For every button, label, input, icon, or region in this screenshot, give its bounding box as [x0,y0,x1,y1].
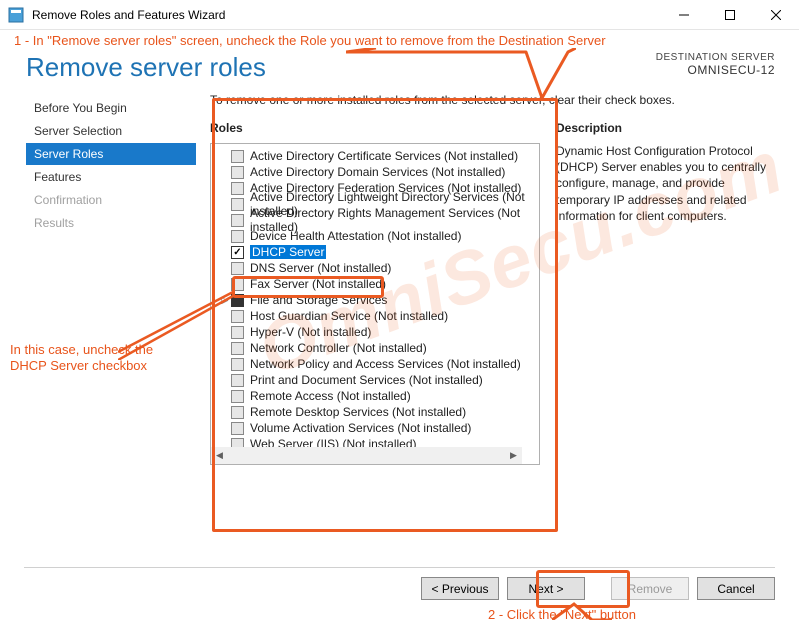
role-row[interactable]: Hyper-V (Not installed) [217,324,539,340]
app-icon [8,7,24,23]
checkbox[interactable] [231,374,244,387]
next-button[interactable]: Next > [507,577,585,600]
role-row[interactable]: Fax Server (Not installed) [217,276,539,292]
checkbox[interactable] [231,422,244,435]
checkbox[interactable] [231,214,244,227]
window-title: Remove Roles and Features Wizard [32,8,661,22]
destination-label: DESTINATION SERVER [656,52,775,63]
roles-listbox[interactable]: Active Directory Certificate Services (N… [210,143,540,465]
role-row[interactable]: Print and Document Services (Not install… [217,372,539,388]
scroll-left-icon[interactable]: ◀ [211,447,228,464]
titlebar: Remove Roles and Features Wizard [0,0,799,30]
horizontal-scrollbar[interactable]: ◀ ▶ [211,447,522,464]
destination-name: OMNISECU-12 [656,63,775,77]
checkbox[interactable] [231,278,244,291]
minimize-button[interactable] [661,0,707,30]
nav-features[interactable]: Features [26,166,196,188]
maximize-button[interactable] [707,0,753,30]
checkbox[interactable] [231,262,244,275]
role-row[interactable]: Volume Activation Services (Not installe… [217,420,539,436]
checkbox[interactable] [231,230,244,243]
destination-server: DESTINATION SERVER OMNISECU-12 [656,52,775,77]
checkbox[interactable] [231,390,244,403]
nav-server-roles[interactable]: Server Roles [26,143,196,165]
nav-server-selection[interactable]: Server Selection [26,120,196,142]
role-row[interactable]: Active Directory Certificate Services (N… [217,148,539,164]
annotation-left: In this case, uncheck the DHCP Server ch… [10,342,180,375]
role-row[interactable]: DNS Server (Not installed) [217,260,539,276]
role-row[interactable]: Host Guardian Service (Not installed) [217,308,539,324]
roles-heading: Roles [210,121,540,135]
previous-button[interactable]: < Previous [421,577,499,600]
button-row: < Previous Next > Remove Cancel [421,577,775,600]
description-text: Dynamic Host Configuration Protocol (DHC… [556,143,775,224]
nav-results: Results [26,212,196,234]
separator [24,567,775,568]
role-row[interactable]: Remote Access (Not installed) [217,388,539,404]
role-row[interactable]: Network Policy and Access Services (Not … [217,356,539,372]
cancel-button[interactable]: Cancel [697,577,775,600]
role-row[interactable]: Active Directory Domain Services (Not in… [217,164,539,180]
checkbox[interactable] [231,150,244,163]
role-row[interactable]: Active Directory Rights Management Servi… [217,212,539,228]
remove-button: Remove [611,577,689,600]
close-button[interactable] [753,0,799,30]
scroll-right-icon[interactable]: ▶ [505,447,522,464]
role-file-storage[interactable]: ▷File and Storage Services [217,292,539,308]
description-heading: Description [556,121,775,135]
checkbox-dhcp[interactable] [231,246,244,259]
wizard-nav: Before You Begin Server Selection Server… [26,93,196,465]
checkbox[interactable] [231,166,244,179]
role-row[interactable]: Network Controller (Not installed) [217,340,539,356]
checkbox[interactable] [231,182,244,195]
annotation-top: 1 - In "Remove server roles" screen, unc… [14,33,606,48]
nav-confirmation: Confirmation [26,189,196,211]
role-dhcp-server[interactable]: DHCP Server [217,244,539,260]
checkbox[interactable] [231,406,244,419]
checkbox[interactable] [231,198,244,211]
callout-top [346,48,576,104]
nav-before-you-begin[interactable]: Before You Begin [26,97,196,119]
role-row[interactable]: Remote Desktop Services (Not installed) [217,404,539,420]
